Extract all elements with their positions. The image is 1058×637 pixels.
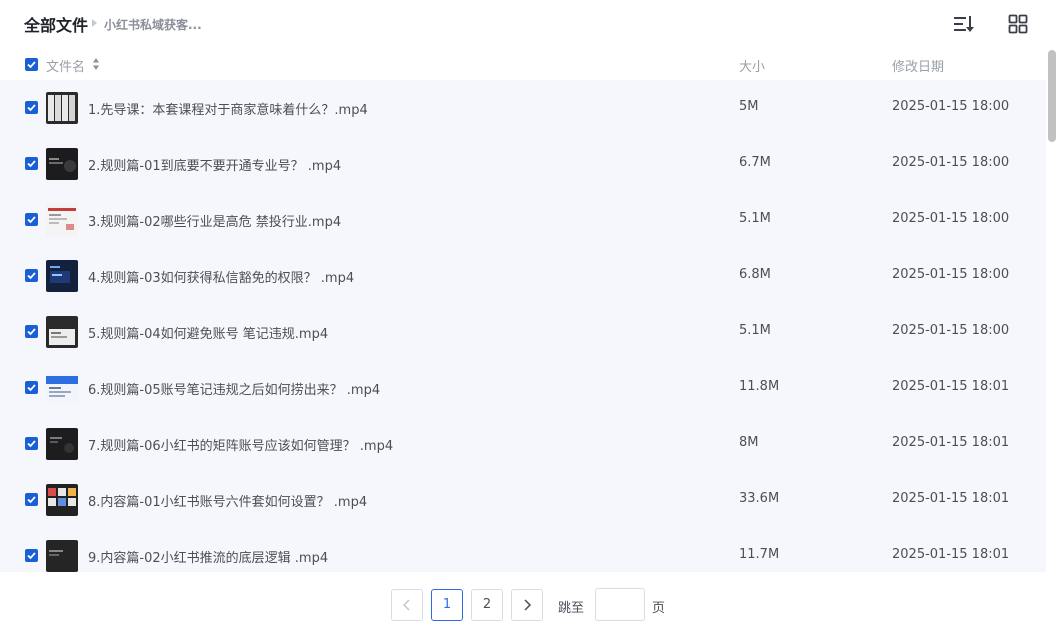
file-name[interactable]: 2.规则篇-01到底要不要开通专业号？ .mp4: [88, 155, 341, 174]
file-name[interactable]: 4.规则篇-03如何获得私信豁免的权限？ .mp4: [88, 267, 354, 286]
file-date: 2025-01-15 18:00: [892, 155, 1010, 170]
row-checkbox[interactable]: [25, 213, 38, 226]
file-date: 2025-01-15 18:00: [892, 99, 1010, 114]
row-checkbox[interactable]: [25, 157, 38, 170]
table-header: 文件名 大小 修改日期: [0, 50, 1046, 80]
file-size: 11.7M: [739, 547, 780, 562]
breadcrumb-separator-icon: [92, 19, 97, 27]
file-size: 33.6M: [739, 491, 780, 506]
video-thumbnail: [46, 316, 78, 348]
file-size: 6.8M: [739, 267, 771, 282]
file-size: 5.1M: [739, 323, 771, 338]
video-thumbnail: [46, 484, 78, 516]
file-date: 2025-01-15 18:00: [892, 323, 1010, 338]
row-checkbox[interactable]: [25, 101, 38, 114]
page-button-1[interactable]: 1: [431, 589, 463, 621]
file-name[interactable]: 7.规则篇-06小红书的矩阵账号应该如何管理？ .mp4: [88, 435, 393, 454]
file-size: 6.7M: [739, 155, 771, 170]
next-page-button[interactable]: [511, 589, 543, 621]
video-thumbnail: [46, 204, 78, 236]
table-row[interactable]: 5.规则篇-04如何避免账号 笔记违规.mp4 5.1M 2025-01-15 …: [0, 304, 1046, 360]
file-name[interactable]: 6.规则篇-05账号笔记违规之后如何捞出来？ .mp4: [88, 379, 380, 398]
table-row[interactable]: 4.规则篇-03如何获得私信豁免的权限？ .mp4 6.8M 2025-01-1…: [0, 248, 1046, 304]
file-date: 2025-01-15 18:01: [892, 379, 1010, 394]
file-list: 1.先导课：本套课程对于商家意味着什么？.mp4 5M 2025-01-15 1…: [0, 80, 1046, 572]
sort-toggle-icon[interactable]: [92, 57, 100, 71]
video-thumbnail: [46, 92, 78, 124]
file-name[interactable]: 8.内容篇-01小红书账号六件套如何设置？ .mp4: [88, 491, 367, 510]
video-thumbnail: [46, 260, 78, 292]
file-date: 2025-01-15 18:01: [892, 547, 1010, 562]
table-row[interactable]: 6.规则篇-05账号笔记违规之后如何捞出来？ .mp4 11.8M 2025-0…: [0, 360, 1046, 416]
file-size: 5.1M: [739, 211, 771, 226]
chevron-left-icon: [402, 599, 410, 611]
breadcrumb-current-folder[interactable]: 小红书私域获客...: [104, 16, 202, 33]
video-thumbnail: [46, 372, 78, 404]
file-date: 2025-01-15 18:01: [892, 435, 1010, 450]
row-checkbox[interactable]: [25, 549, 38, 562]
select-all-checkbox[interactable]: [25, 58, 38, 71]
file-size: 5M: [739, 99, 759, 114]
file-size: 8M: [739, 435, 759, 450]
prev-page-button[interactable]: [391, 589, 423, 621]
column-header-date: 修改日期: [892, 60, 945, 75]
page-button-2[interactable]: 2: [471, 589, 503, 621]
table-row[interactable]: 3.规则篇-02哪些行业是高危 禁投行业.mp4 5.1M 2025-01-15…: [0, 192, 1046, 248]
page-suffix-label: 页: [652, 601, 666, 616]
row-checkbox[interactable]: [25, 437, 38, 450]
file-name[interactable]: 3.规则篇-02哪些行业是高危 禁投行业.mp4: [88, 211, 341, 230]
sort-list-icon[interactable]: [951, 12, 975, 36]
row-checkbox[interactable]: [25, 493, 38, 506]
file-name[interactable]: 9.内容篇-02小红书推流的底层逻辑 .mp4: [88, 547, 328, 566]
row-checkbox[interactable]: [25, 325, 38, 338]
file-date: 2025-01-15 18:00: [892, 211, 1010, 226]
table-row[interactable]: 8.内容篇-01小红书账号六件套如何设置？ .mp4 33.6M 2025-01…: [0, 472, 1046, 528]
chevron-right-icon: [524, 599, 532, 611]
file-name[interactable]: 1.先导课：本套课程对于商家意味着什么？.mp4: [88, 99, 368, 118]
file-name[interactable]: 5.规则篇-04如何避免账号 笔记违规.mp4: [88, 323, 328, 342]
file-date: 2025-01-15 18:01: [892, 491, 1010, 506]
jump-page-input[interactable]: [595, 588, 645, 621]
video-thumbnail: [46, 540, 78, 572]
top-bar: 全部文件 小红书私域获客...: [0, 0, 1058, 50]
table-row[interactable]: 9.内容篇-02小红书推流的底层逻辑 .mp4 11.7M 2025-01-15…: [0, 528, 1046, 572]
file-size: 11.8M: [739, 379, 780, 394]
row-checkbox[interactable]: [25, 269, 38, 282]
column-header-size: 大小: [739, 60, 766, 75]
scrollbar-thumb[interactable]: [1048, 50, 1056, 142]
file-date: 2025-01-15 18:00: [892, 267, 1010, 282]
video-thumbnail: [46, 148, 78, 180]
jump-to-label: 跳至: [558, 601, 585, 616]
row-checkbox[interactable]: [25, 381, 38, 394]
video-thumbnail: [46, 428, 78, 460]
pagination: 1 2 跳至 页: [0, 588, 1058, 622]
table-row[interactable]: 1.先导课：本套课程对于商家意味着什么？.mp4 5M 2025-01-15 1…: [0, 80, 1046, 136]
column-header-name[interactable]: 文件名: [46, 56, 85, 75]
table-row[interactable]: 7.规则篇-06小红书的矩阵账号应该如何管理？ .mp4 8M 2025-01-…: [0, 416, 1046, 472]
grid-view-icon[interactable]: [1006, 12, 1030, 36]
table-row[interactable]: 2.规则篇-01到底要不要开通专业号？ .mp4 6.7M 2025-01-15…: [0, 136, 1046, 192]
page-title: 全部文件: [24, 16, 89, 35]
